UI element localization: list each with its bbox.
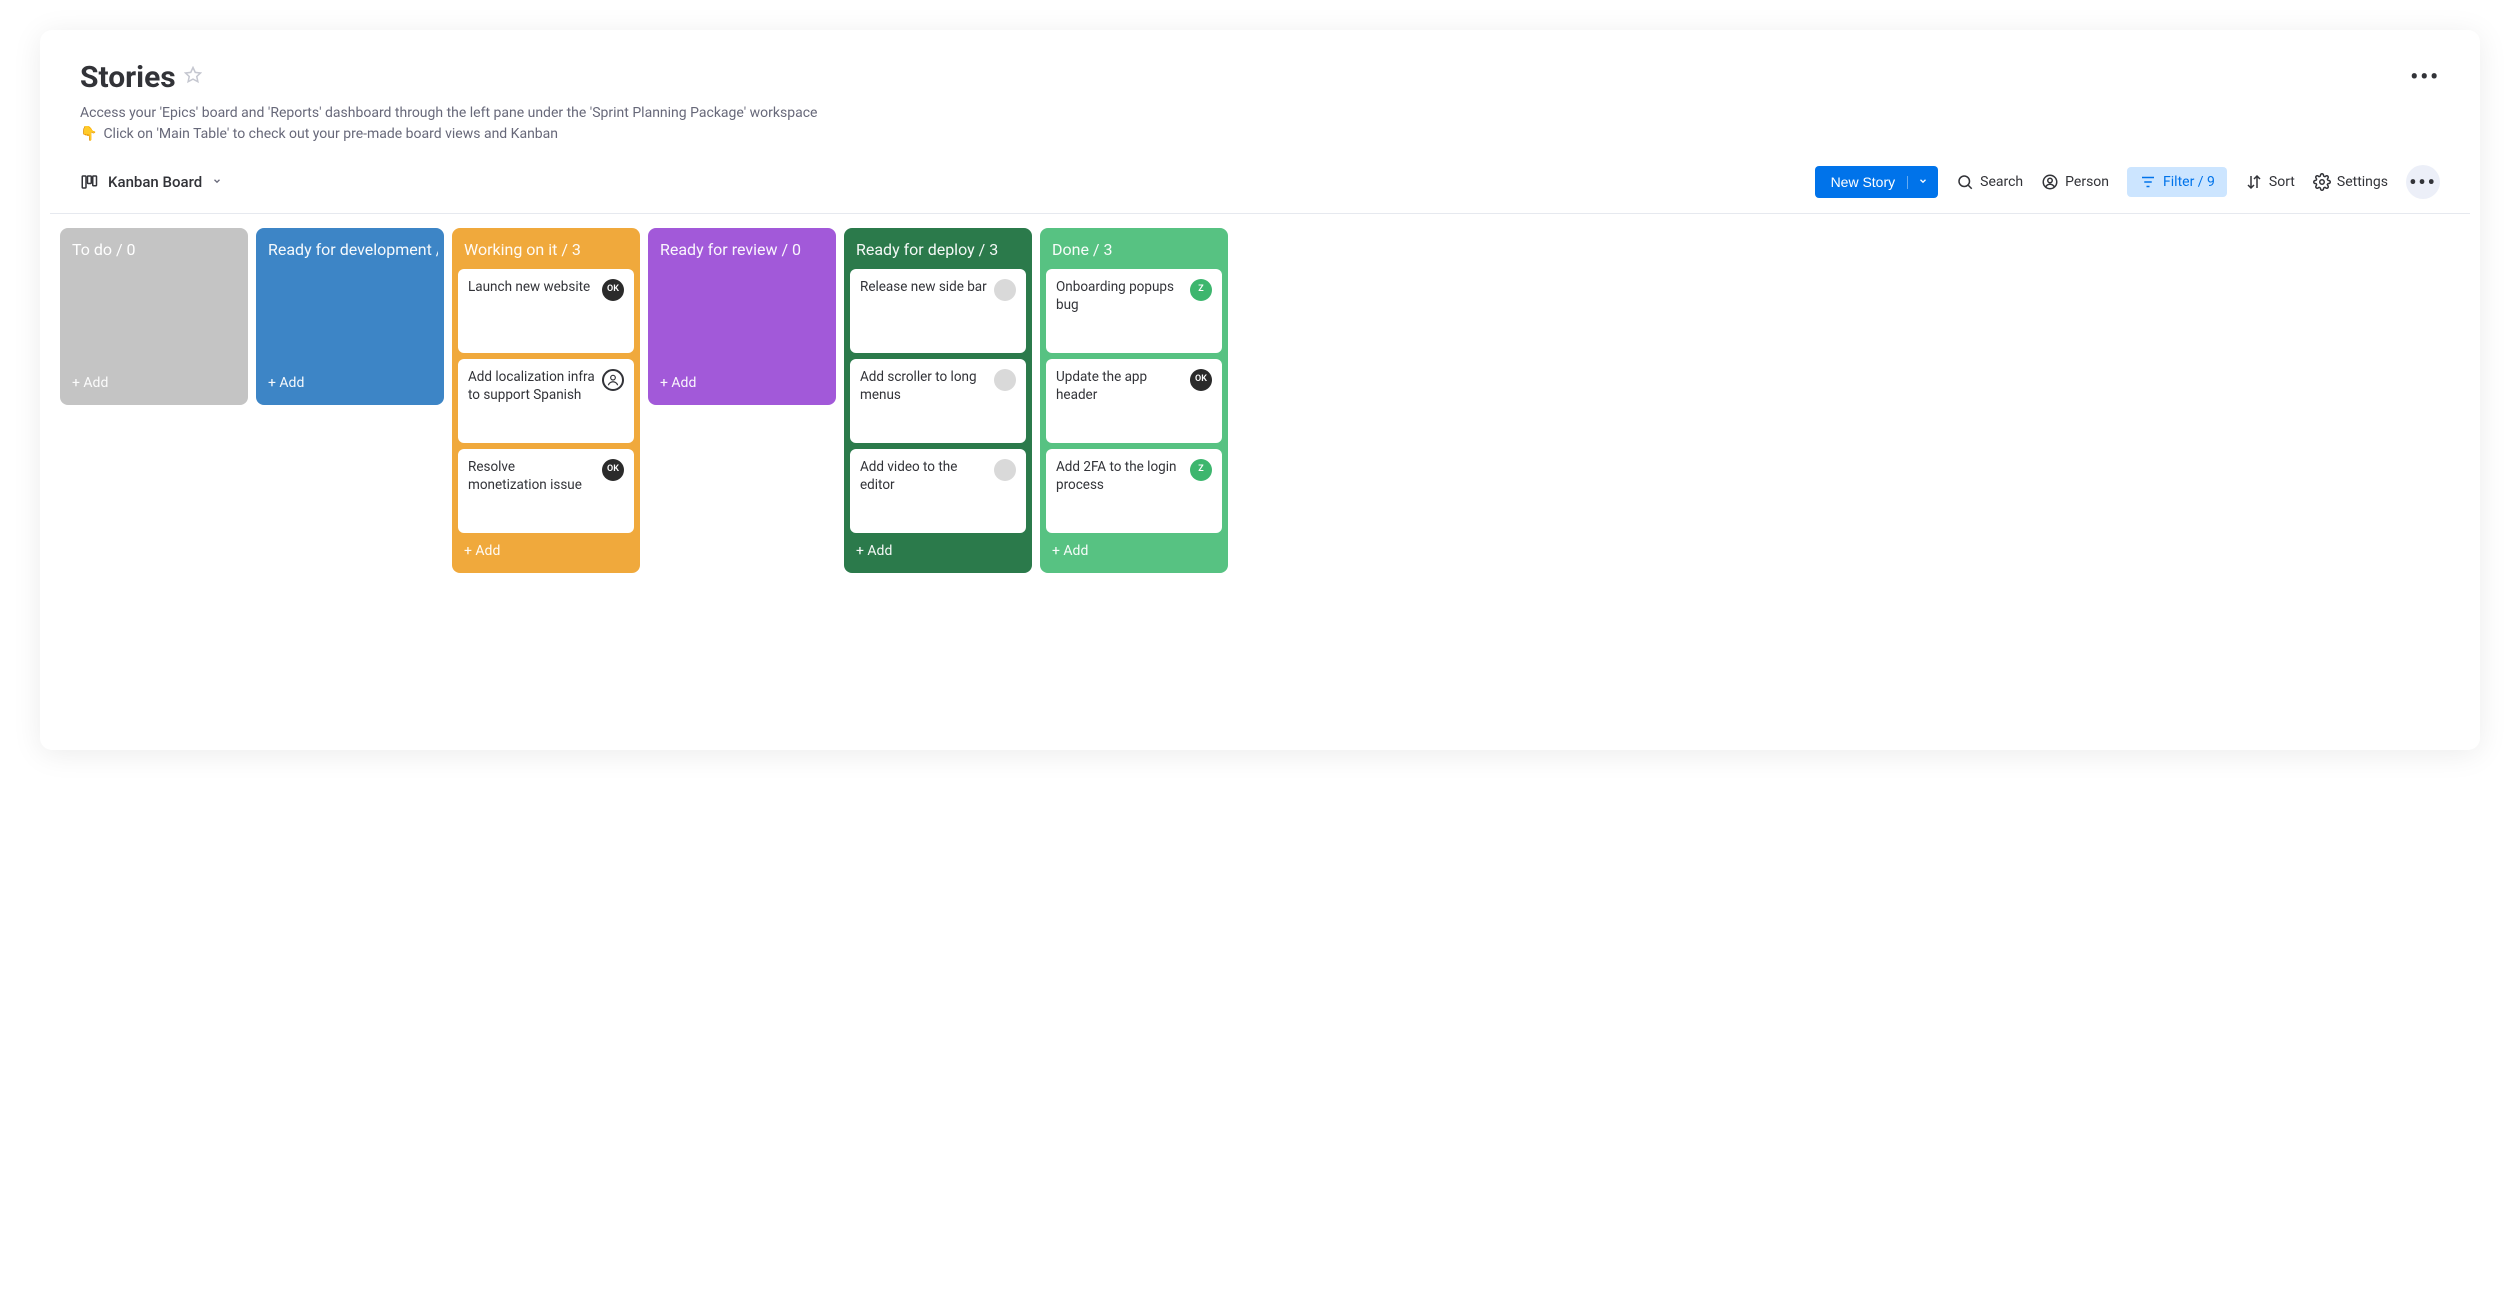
empty-drop-zone[interactable] [66,269,242,365]
add-card-button[interactable]: + Add [66,365,242,393]
view-switcher[interactable]: Kanban Board [80,173,222,191]
subtitle-line2-wrap: 👇 Click on 'Main Table' to check out you… [80,124,2440,145]
kanban-icon [80,173,98,191]
subtitle-line2: Click on 'Main Table' to check out your … [103,124,558,145]
add-card-button[interactable]: + Add [1046,533,1222,561]
add-card-button[interactable]: + Add [654,365,830,393]
kanban-column-todo: To do / 0 + Add [60,228,248,405]
board-title: Stories [80,60,176,95]
avatar [602,369,624,391]
empty-drop-zone[interactable] [262,269,438,365]
avatar [994,459,1016,481]
board-header: Stories ••• [50,60,2470,95]
column-cards [262,269,438,365]
sort-button[interactable]: Sort [2245,173,2295,191]
person-button[interactable]: Person [2041,173,2109,191]
kanban-column-deploy: Ready for deploy / 3Release new side bar… [844,228,1032,573]
filter-icon [2139,173,2157,191]
more-icon: ••• [2409,170,2437,194]
kanban-area: To do / 0 + Add Ready for development / 0 +… [50,214,2470,573]
add-card-button[interactable]: + Add [262,365,438,393]
empty-drop-zone[interactable] [654,269,830,365]
chevron-down-icon [212,176,222,189]
point-down-icon: 👇 [80,124,97,145]
avatar: OK [602,279,624,301]
search-icon [1956,173,1974,191]
board-toolbar: Kanban Board New Story Search [50,145,2470,214]
header-more-icon[interactable]: ••• [2410,65,2440,90]
kanban-column-done: Done / 3 Onboarding popups bug Z Update the… [1040,228,1228,573]
kanban-card[interactable]: Add video to the editor [850,449,1026,533]
column-title: Ready for deploy / 3 [850,240,1026,269]
column-title: Ready for review / 0 [654,240,830,269]
search-label: Search [1980,174,2023,190]
board-subtitle: Access your 'Epics' board and 'Reports' … [50,95,2470,145]
card-title: Add localization infra to support Spanis… [468,369,596,404]
star-icon[interactable] [184,65,202,90]
card-title: Add 2FA to the login process [1056,459,1184,494]
new-story-button[interactable]: New Story [1815,166,1939,198]
column-title: Done / 3 [1046,240,1222,269]
filter-button[interactable]: Filter / 9 [2127,167,2227,197]
avatar [994,369,1016,391]
settings-button[interactable]: Settings [2313,173,2388,191]
column-title: To do / 0 [66,240,242,269]
kanban-card[interactable]: Add localization infra to support Spanis… [458,359,634,443]
card-title: Resolve monetization issue [468,459,596,494]
column-cards: Launch new website OK Add localization inf… [458,269,634,533]
sort-icon [2245,173,2263,191]
card-title: Onboarding popups bug [1056,279,1184,314]
card-title: Add video to the editor [860,459,988,494]
column-cards: Release new side bar Add scroller to long… [850,269,1026,533]
kanban-column-review: Ready for review / 0 + Add [648,228,836,405]
avatar: Z [1190,459,1212,481]
avatar: OK [1190,369,1212,391]
kanban-card[interactable]: Release new side bar [850,269,1026,353]
column-cards [654,269,830,365]
new-story-chevron-icon[interactable] [1907,176,1928,189]
title-wrap: Stories [80,60,202,95]
view-name: Kanban Board [108,173,202,191]
column-title: Ready for development / 0 [262,240,438,269]
kanban-column-working: Working on it / 3 Launch new website OK Add… [452,228,640,573]
subtitle-line1: Access your 'Epics' board and 'Reports' … [80,103,2440,124]
avatar [994,279,1016,301]
avatar: Z [1190,279,1212,301]
kanban-card[interactable]: Add 2FA to the login process Z [1046,449,1222,533]
sort-label: Sort [2269,174,2295,190]
card-title: Update the app header [1056,369,1184,404]
toolbar-right: New Story Search Person [1815,165,2440,199]
toolbar-more-button[interactable]: ••• [2406,165,2440,199]
kanban-card[interactable]: Launch new website OK [458,269,634,353]
person-label: Person [2065,174,2109,190]
board-container: Stories ••• Access your 'Epics' board an… [40,30,2480,750]
kanban-column-ready-dev: Ready for development / 0 + Add [256,228,444,405]
filter-label: Filter / 9 [2163,174,2215,190]
new-story-label: New Story [1831,174,1896,190]
column-title: Working on it / 3 [458,240,634,269]
settings-label: Settings [2337,174,2388,190]
kanban-card[interactable]: Add scroller to long menus [850,359,1026,443]
column-cards [66,269,242,365]
avatar: OK [602,459,624,481]
kanban-card[interactable]: Update the app header OK [1046,359,1222,443]
add-card-button[interactable]: + Add [458,533,634,561]
add-card-button[interactable]: + Add [850,533,1026,561]
search-button[interactable]: Search [1956,173,2023,191]
gear-icon [2313,173,2331,191]
card-title: Launch new website [468,279,596,297]
card-title: Release new side bar [860,279,988,297]
person-icon [2041,173,2059,191]
kanban-card[interactable]: Resolve monetization issue OK [458,449,634,533]
card-title: Add scroller to long menus [860,369,988,404]
kanban-card[interactable]: Onboarding popups bug Z [1046,269,1222,353]
column-cards: Onboarding popups bug Z Update the app hea… [1046,269,1222,533]
